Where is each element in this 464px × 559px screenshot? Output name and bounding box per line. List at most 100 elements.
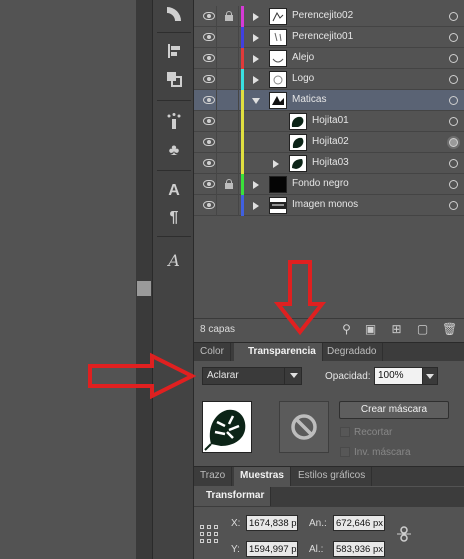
layer-row[interactable]: Perencejito01 bbox=[194, 27, 464, 48]
link-proportions-icon[interactable] bbox=[396, 526, 412, 542]
layer-name[interactable]: Hojita02 bbox=[312, 136, 349, 147]
height-field[interactable]: 583,936 px bbox=[333, 541, 385, 557]
tab-gradient[interactable]: Degradado bbox=[321, 343, 384, 362]
visibility-eye-icon[interactable] bbox=[203, 54, 215, 62]
opentype-icon[interactable]: A bbox=[163, 250, 185, 272]
target-circle-icon[interactable] bbox=[449, 201, 458, 210]
target-circle-icon[interactable] bbox=[449, 54, 458, 63]
expand-arrow-icon[interactable] bbox=[253, 181, 259, 189]
symbols-icon[interactable]: ♣ bbox=[163, 140, 185, 162]
layer-color-bar bbox=[241, 48, 244, 69]
expand-arrow-icon[interactable] bbox=[273, 160, 279, 168]
clipping-mask-icon[interactable]: ▣ bbox=[364, 323, 377, 336]
divider bbox=[238, 174, 239, 195]
divider bbox=[238, 69, 239, 90]
divider bbox=[216, 111, 217, 132]
tab-color[interactable]: Color bbox=[194, 343, 231, 362]
layer-name[interactable]: Hojita03 bbox=[312, 157, 349, 168]
visibility-eye-icon[interactable] bbox=[203, 117, 215, 125]
x-field[interactable]: 1674,838 px bbox=[246, 515, 298, 531]
pathfinder-icon[interactable] bbox=[163, 70, 185, 92]
vertical-scrollbar[interactable] bbox=[136, 0, 152, 559]
tab-stroke[interactable]: Trazo bbox=[194, 467, 233, 486]
target-circle-icon[interactable] bbox=[449, 33, 458, 42]
visibility-eye-icon[interactable] bbox=[203, 96, 215, 104]
divider bbox=[216, 195, 217, 216]
layer-name[interactable]: Fondo negro bbox=[292, 178, 349, 189]
lock-icon[interactable] bbox=[225, 179, 233, 189]
transparency-tabbar: Color Transparencia Degradado bbox=[194, 342, 464, 362]
layer-name[interactable]: Imagen monos bbox=[292, 199, 358, 210]
expand-arrow-icon[interactable] bbox=[253, 34, 259, 42]
visibility-eye-icon[interactable] bbox=[203, 75, 215, 83]
new-sublayer-icon[interactable]: ⊞ bbox=[390, 323, 403, 336]
visibility-eye-icon[interactable] bbox=[203, 33, 215, 41]
reference-point-icon[interactable] bbox=[200, 525, 218, 543]
layer-row[interactable]: Logo bbox=[194, 69, 464, 90]
visibility-eye-icon[interactable] bbox=[203, 201, 215, 209]
lock-icon[interactable] bbox=[225, 11, 233, 21]
layer-thumbnail bbox=[289, 134, 307, 151]
make-mask-button[interactable]: Crear máscara bbox=[339, 401, 449, 419]
layer-row[interactable]: Imagen monos bbox=[194, 195, 464, 216]
chevron-down-icon[interactable] bbox=[422, 367, 438, 385]
layer-name[interactable]: Alejo bbox=[292, 52, 314, 63]
layer-row[interactable]: Fondo negro bbox=[194, 174, 464, 195]
delete-layer-icon[interactable]: 🗑 bbox=[442, 323, 457, 336]
artboard-canvas[interactable] bbox=[0, 0, 136, 559]
layer-name[interactable]: Perencejito01 bbox=[292, 31, 353, 42]
new-layer-icon[interactable]: ▢ bbox=[416, 323, 429, 336]
target-circle-icon[interactable] bbox=[449, 96, 458, 105]
layer-row[interactable]: Hojita02 bbox=[194, 132, 464, 153]
tab-transparency[interactable]: Transparencia bbox=[234, 343, 323, 362]
divider bbox=[157, 236, 191, 237]
align-icon[interactable] bbox=[163, 42, 185, 64]
y-field[interactable]: 1594,997 px bbox=[246, 541, 298, 557]
layer-name[interactable]: Maticas bbox=[292, 94, 326, 105]
collapse-arrow-icon[interactable] bbox=[252, 98, 260, 104]
scrollbar-thumb[interactable] bbox=[137, 281, 151, 296]
layer-row[interactable]: Alejo bbox=[194, 48, 464, 69]
target-circle-icon[interactable] bbox=[449, 180, 458, 189]
expand-arrow-icon[interactable] bbox=[253, 13, 259, 21]
mask-placeholder[interactable] bbox=[279, 401, 329, 453]
tab-graphic-styles[interactable]: Estilos gráficos bbox=[292, 467, 373, 486]
invert-mask-checkbox[interactable] bbox=[340, 447, 350, 457]
layer-count: 8 capas bbox=[200, 324, 236, 335]
visibility-eye-icon[interactable] bbox=[203, 180, 215, 188]
layer-row[interactable]: Hojita03 bbox=[194, 153, 464, 174]
layers-panel: Perencejito02 Perencejito01 Alejo Logo Matic… bbox=[194, 0, 464, 318]
layer-name[interactable]: Perencejito02 bbox=[292, 10, 353, 21]
tab-transform[interactable]: Transformar bbox=[194, 487, 272, 506]
target-circle-icon[interactable] bbox=[449, 117, 458, 126]
artwork-thumbnail[interactable] bbox=[202, 401, 252, 453]
layer-thumbnail bbox=[269, 176, 287, 193]
width-field[interactable]: 672,646 px bbox=[333, 515, 385, 531]
expand-arrow-icon[interactable] bbox=[253, 202, 259, 210]
target-circle-icon[interactable] bbox=[449, 138, 458, 147]
expand-arrow-icon[interactable] bbox=[253, 55, 259, 63]
visibility-eye-icon[interactable] bbox=[203, 138, 215, 146]
divider bbox=[216, 153, 217, 174]
character-icon[interactable]: A bbox=[163, 180, 185, 202]
layer-row[interactable]: Perencejito02 bbox=[194, 6, 464, 27]
layer-row[interactable]: Hojita01 bbox=[194, 111, 464, 132]
visibility-eye-icon[interactable] bbox=[203, 159, 215, 167]
visibility-eye-icon[interactable] bbox=[203, 12, 215, 20]
target-circle-icon[interactable] bbox=[449, 75, 458, 84]
target-circle-icon[interactable] bbox=[449, 159, 458, 168]
layer-row[interactable]: Maticas bbox=[194, 90, 464, 111]
symbol-sprayer-icon[interactable] bbox=[163, 112, 185, 134]
divider bbox=[238, 195, 239, 216]
gradient-tool-icon[interactable] bbox=[163, 4, 185, 26]
expand-arrow-icon[interactable] bbox=[253, 76, 259, 84]
clip-checkbox[interactable] bbox=[340, 427, 350, 437]
paragraph-icon[interactable]: ¶ bbox=[163, 207, 185, 229]
layer-name[interactable]: Logo bbox=[292, 73, 314, 84]
target-circle-icon[interactable] bbox=[449, 12, 458, 21]
locate-object-icon[interactable]: ⚲ bbox=[340, 323, 353, 336]
chevron-down-icon[interactable] bbox=[284, 367, 302, 385]
layer-name[interactable]: Hojita01 bbox=[312, 115, 349, 126]
tab-swatches[interactable]: Muestras bbox=[234, 467, 291, 486]
layer-color-bar bbox=[241, 195, 244, 216]
